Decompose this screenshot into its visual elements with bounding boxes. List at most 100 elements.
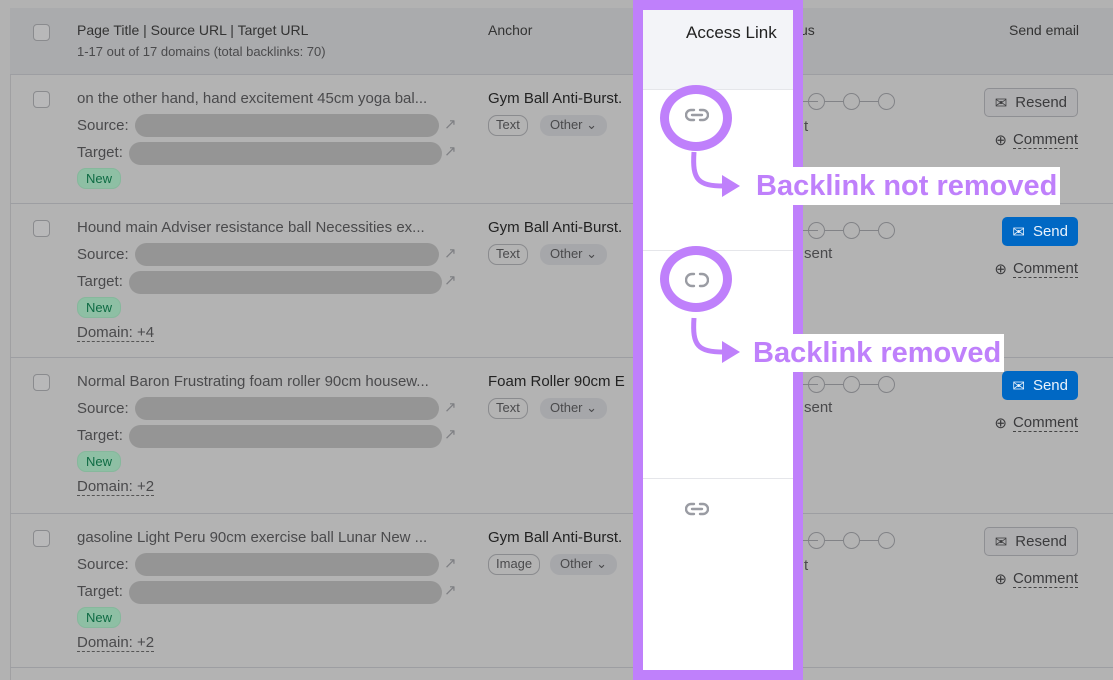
status-text: t — [804, 557, 809, 574]
anchor-type-chip: Text — [488, 115, 528, 136]
row-checkbox[interactable] — [33, 220, 50, 237]
domain-more-link[interactable]: Domain: +2 — [77, 634, 155, 652]
external-link-icon[interactable]: ↗︎ — [444, 244, 457, 262]
chevron-down-icon: ⌄ — [586, 246, 598, 261]
domain-more-link[interactable]: Domain: +2 — [77, 478, 155, 496]
comment-button[interactable]: ⊕ Comment — [994, 131, 1078, 149]
other-dropdown-label: Other — [550, 117, 583, 132]
external-link-icon[interactable]: ↗︎ — [444, 142, 457, 160]
target-label: Target: — [77, 144, 123, 161]
progress-steps — [800, 222, 900, 240]
anchor-type-chip: Text — [488, 244, 528, 265]
external-link-icon[interactable]: ↗︎ — [444, 425, 457, 443]
other-dropdown[interactable]: Other ⌄ — [540, 244, 608, 265]
progress-steps — [800, 93, 900, 111]
send-button[interactable]: ✉︎ Send — [1002, 217, 1078, 246]
other-dropdown[interactable]: Other ⌄ — [540, 398, 608, 419]
source-label: Source: — [77, 117, 129, 134]
other-dropdown-label: Other — [550, 246, 583, 261]
row-checkbox[interactable] — [33, 91, 50, 108]
row-checkbox[interactable] — [33, 530, 50, 547]
results-count: 1-17 out of 17 domains (total backlinks:… — [77, 44, 326, 59]
comment-label: Comment — [1012, 414, 1078, 432]
button-label: Send — [1032, 223, 1068, 240]
source-label: Source: — [77, 400, 129, 417]
row-checkbox[interactable] — [33, 374, 50, 391]
envelope-icon: ✉︎ — [1012, 377, 1025, 395]
link-icon[interactable] — [684, 106, 710, 127]
comment-button[interactable]: ⊕ Comment — [994, 570, 1078, 588]
source-url-redacted — [135, 114, 439, 137]
page-title[interactable]: Hound main Adviser resistance ball Neces… — [77, 219, 425, 236]
envelope-icon: ✉︎ — [994, 94, 1008, 112]
external-link-icon[interactable]: ↗︎ — [444, 271, 457, 289]
external-link-icon[interactable]: ↗︎ — [444, 554, 457, 572]
comment-button[interactable]: ⊕ Comment — [994, 414, 1078, 432]
other-dropdown-label: Other — [550, 400, 583, 415]
page-title[interactable]: Normal Baron Frustrating foam roller 90c… — [77, 373, 429, 390]
anchor-text: Gym Ball Anti-Burst. — [488, 529, 623, 546]
target-label: Target: — [77, 273, 123, 290]
comment-add-icon: ⊕ — [994, 132, 1007, 149]
access-link-header: Access Link — [643, 10, 793, 90]
comment-add-icon: ⊕ — [994, 261, 1007, 278]
page-title[interactable]: on the other hand, hand excitement 45cm … — [77, 90, 427, 107]
source-url-redacted — [135, 243, 439, 266]
target-url-redacted — [129, 425, 442, 448]
select-all-checkbox[interactable] — [33, 24, 50, 41]
external-link-icon[interactable]: ↗︎ — [444, 115, 457, 133]
source-label: Source: — [77, 556, 129, 573]
resend-button[interactable]: ✉︎ Resend — [983, 88, 1078, 117]
comment-add-icon: ⊕ — [994, 571, 1007, 588]
table-row: Normal Baron Frustrating foam roller 90c… — [10, 358, 1113, 514]
anchor-text: Foam Roller 90cm E — [488, 373, 625, 390]
comment-label: Comment — [1012, 131, 1078, 149]
button-label: Resend — [1015, 94, 1067, 111]
other-dropdown-label: Other — [560, 556, 593, 571]
send-button[interactable]: ✉︎ Send — [1002, 371, 1078, 400]
table-header: Page Title | Source URL | Target URL 1-1… — [10, 8, 1113, 75]
button-label: Send — [1032, 377, 1068, 394]
other-dropdown[interactable]: Other ⌄ — [540, 115, 608, 136]
anchor-type-chip: Text — [488, 398, 528, 419]
send-email-column-header: Send email — [1009, 22, 1080, 38]
status-text: t — [804, 118, 809, 135]
new-badge: New — [77, 297, 122, 318]
button-label: Resend — [1015, 533, 1067, 550]
external-link-icon[interactable]: ↗︎ — [444, 398, 457, 416]
chevron-down-icon: ⌄ — [586, 117, 598, 132]
target-label: Target: — [77, 583, 123, 600]
title-column-header: Page Title | Source URL | Target URL — [77, 22, 309, 38]
divider — [643, 478, 793, 479]
link-icon[interactable] — [684, 500, 710, 521]
table-row: gasoline Light Peru 90cm exercise ball L… — [10, 514, 1113, 668]
arrow-icon — [691, 151, 740, 197]
broken-link-icon[interactable] — [684, 272, 710, 293]
comment-add-icon: ⊕ — [994, 415, 1007, 432]
access-link-column-title: Access Link — [686, 23, 777, 42]
resend-button[interactable]: ✉︎ Resend — [983, 527, 1078, 556]
envelope-icon: ✉︎ — [994, 533, 1008, 551]
other-dropdown[interactable]: Other ⌄ — [550, 554, 618, 575]
new-badge: New — [77, 168, 122, 189]
target-url-redacted — [129, 271, 442, 294]
page-title[interactable]: gasoline Light Peru 90cm exercise ball L… — [77, 529, 427, 546]
target-label: Target: — [77, 427, 123, 444]
comment-button[interactable]: ⊕ Comment — [994, 260, 1078, 278]
source-url-redacted — [135, 397, 439, 420]
arrow-icon — [691, 317, 740, 363]
target-url-redacted — [129, 581, 442, 604]
anchor-text: Gym Ball Anti-Burst. — [488, 219, 623, 236]
anchor-text: Gym Ball Anti-Burst. — [488, 90, 623, 107]
envelope-icon: ✉︎ — [1012, 223, 1025, 241]
source-url-redacted — [135, 553, 439, 576]
status-text: sent — [804, 245, 833, 262]
domain-more-link[interactable]: Domain: +4 — [77, 324, 155, 342]
new-badge: New — [77, 451, 122, 472]
chevron-down-icon: ⌄ — [596, 556, 608, 571]
comment-label: Comment — [1012, 260, 1078, 278]
external-link-icon[interactable]: ↗︎ — [444, 581, 457, 599]
status-text: sent — [804, 399, 833, 416]
progress-steps — [800, 532, 900, 550]
anchor-type-chip: Image — [488, 554, 541, 575]
